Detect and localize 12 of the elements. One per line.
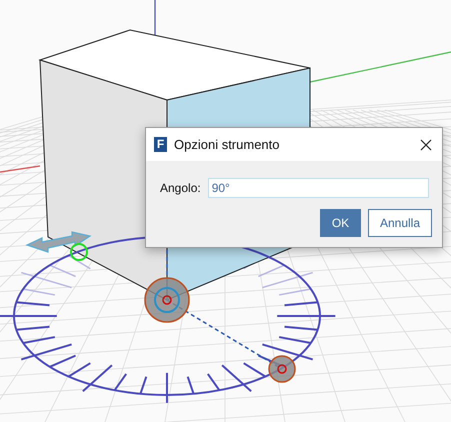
x-axis-line [0,165,40,173]
end-handle[interactable] [268,355,296,383]
app-logo: F [154,137,167,152]
cancel-button[interactable]: Annulla [368,209,432,237]
dialog-title: Opzioni strumento [174,137,280,152]
angle-input-field[interactable]: 90° [208,178,429,198]
snap-point-marker [70,243,88,261]
angle-label: Angolo: [160,181,201,195]
pivot-handle[interactable] [144,277,190,323]
close-icon[interactable] [420,138,432,150]
ok-button[interactable]: OK [320,209,361,237]
rotate-arrow-icon[interactable] [25,231,92,253]
